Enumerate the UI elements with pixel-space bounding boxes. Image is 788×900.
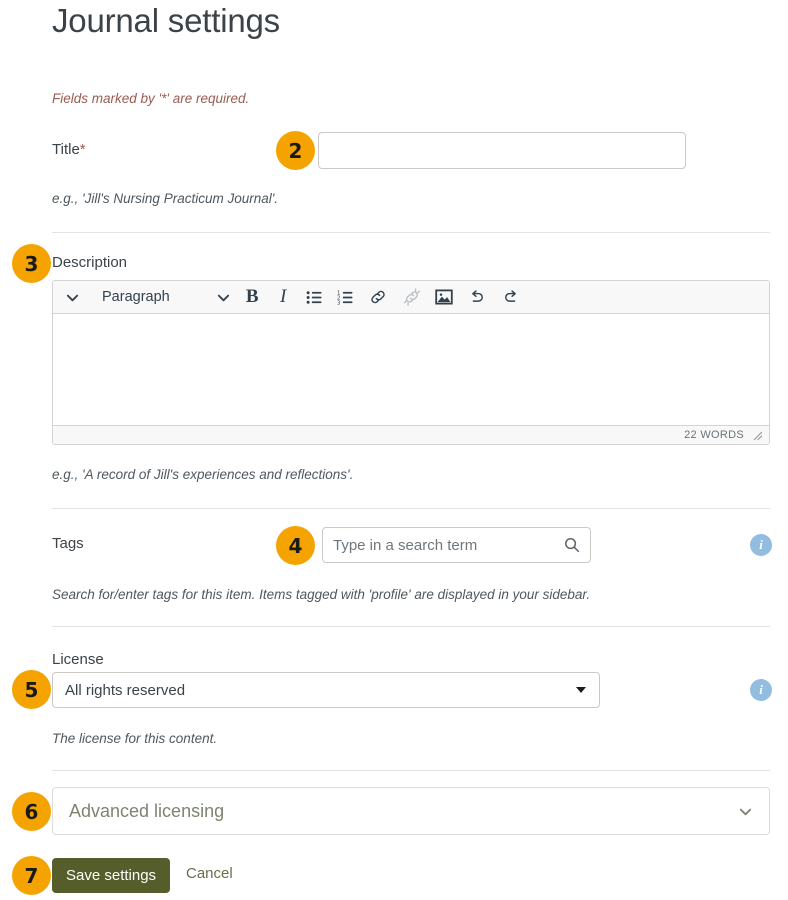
paragraph-format-label: Paragraph <box>102 289 170 305</box>
bullet-list-button[interactable] <box>299 282 330 313</box>
redo-icon <box>504 290 516 302</box>
license-help-text: The license for this content. <box>52 731 218 746</box>
step-badge-6: 6 <box>12 792 51 831</box>
unlink-icon <box>403 288 420 306</box>
required-fields-note: Fields marked by '*' are required. <box>52 91 250 106</box>
step-badge-7: 7 <box>12 856 51 895</box>
step-badge-3: 3 <box>12 244 51 283</box>
license-field-label: License <box>52 651 104 668</box>
tags-input[interactable] <box>322 527 591 563</box>
description-help-text: e.g., 'A record of Jill's experiences an… <box>52 467 354 482</box>
divider-after-description <box>52 508 770 509</box>
resize-handle-icon[interactable] <box>752 430 763 441</box>
tags-input-wrapper <box>322 527 591 563</box>
link-button[interactable] <box>361 282 395 313</box>
page-title: Journal settings <box>52 2 280 39</box>
divider-after-title <box>52 232 770 233</box>
chevron-down-icon <box>66 294 79 301</box>
tags-field-label: Tags <box>52 535 84 552</box>
toolbar-collapse-button[interactable] <box>57 282 88 313</box>
paragraph-format-dropdown[interactable]: Paragraph <box>88 282 237 313</box>
advanced-licensing-toggle[interactable]: Advanced licensing <box>52 787 770 835</box>
numbered-list-button[interactable]: 1 2 3 <box>330 282 361 313</box>
title-help-text: e.g., 'Jill's Nursing Practicum Journal'… <box>52 191 279 206</box>
link-icon <box>371 290 385 304</box>
step-badge-2: 2 <box>276 131 315 170</box>
divider-after-tags <box>52 626 770 627</box>
tags-help-text: Search for/enter tags for this item. Ite… <box>52 587 591 602</box>
tags-info-glyph: i <box>759 537 763 552</box>
bullet-list-icon <box>306 290 322 304</box>
title-field-label: Title* <box>52 140 86 160</box>
undo-icon <box>471 290 483 302</box>
description-editor-body[interactable] <box>53 314 769 425</box>
advanced-licensing-label: Advanced licensing <box>69 800 225 821</box>
editor-toolbar: Paragraph B I 1 2 3 <box>53 281 769 314</box>
unlink-button <box>395 282 429 313</box>
step-badge-5: 5 <box>12 670 51 709</box>
title-label-text: Title <box>52 141 80 158</box>
description-editor: Paragraph B I 1 2 3 22 WORDS <box>52 280 770 445</box>
italic-button[interactable]: I <box>268 282 299 313</box>
tags-info-icon[interactable]: i <box>750 534 772 556</box>
editor-status-bar: 22 WORDS <box>53 425 769 444</box>
divider-after-license <box>52 770 770 771</box>
license-selected-value: All rights reserved <box>65 681 186 699</box>
cancel-link[interactable]: Cancel <box>186 865 233 882</box>
license-select[interactable]: All rights reserved <box>52 672 600 708</box>
description-field-label: Description <box>52 254 128 271</box>
svg-text:3: 3 <box>337 300 340 306</box>
license-info-glyph: i <box>759 682 763 697</box>
redo-button[interactable] <box>494 282 528 313</box>
save-settings-button[interactable]: Save settings <box>52 858 171 893</box>
chevron-down-icon <box>217 294 229 301</box>
journal-settings-page: Journal settings Fields marked by '*' ar… <box>0 0 788 900</box>
title-required-star: * <box>79 141 86 158</box>
bold-button[interactable]: B <box>237 282 268 313</box>
title-input[interactable] <box>318 132 686 169</box>
license-info-icon[interactable]: i <box>750 679 772 701</box>
numbered-list-icon: 1 2 3 <box>337 290 353 306</box>
image-button[interactable] <box>429 282 460 313</box>
chevron-down-icon <box>576 687 586 693</box>
chevron-down-icon <box>739 808 752 815</box>
undo-button[interactable] <box>460 282 494 313</box>
image-icon <box>435 289 453 305</box>
step-badge-4: 4 <box>276 526 315 565</box>
word-count-label: 22 WORDS <box>684 429 744 441</box>
